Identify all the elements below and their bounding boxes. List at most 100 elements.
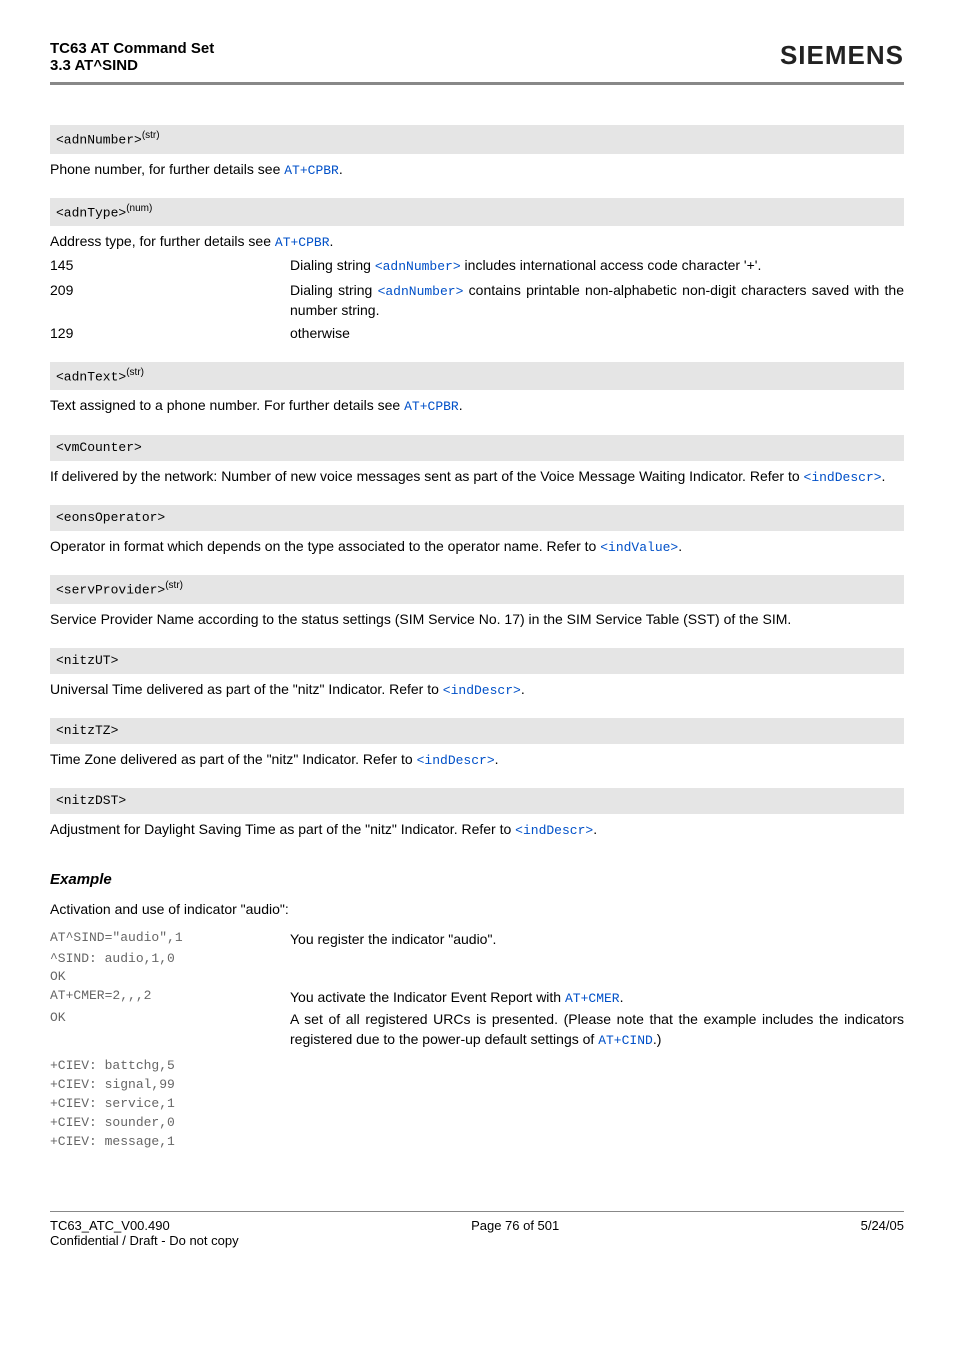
text: If delivered by the network: Number of n…	[50, 468, 804, 484]
example-row: +CIEV: sounder,0	[50, 1114, 904, 1133]
text: .	[678, 538, 682, 554]
text: includes international access code chara…	[461, 257, 762, 273]
param-desc: Time Zone delivered as part of the "nitz…	[50, 750, 904, 770]
value-desc: otherwise	[290, 324, 904, 344]
link-inddescr[interactable]: <indDescr>	[804, 470, 882, 485]
example-row: OK A set of all registered URCs is prese…	[50, 1009, 904, 1051]
text: .)	[653, 1031, 662, 1047]
example-row: +CIEV: signal,99	[50, 1076, 904, 1095]
text: .	[620, 989, 624, 1005]
footer-divider	[50, 1211, 904, 1212]
param-header-adnnumber: <adnNumber>(str)	[50, 125, 904, 154]
example-command: OK	[50, 1009, 290, 1028]
param-name: <adnNumber>	[56, 132, 142, 147]
param-header-eonsoperator: <eonsOperator>	[50, 505, 904, 531]
footer-confidential: Confidential / Draft - Do not copy	[50, 1233, 904, 1248]
content-body: <adnNumber>(str) Phone number, for furth…	[50, 125, 904, 1151]
text: Adjustment for Daylight Saving Time as p…	[50, 821, 515, 837]
param-desc: Phone number, for further details see AT…	[50, 160, 904, 180]
param-name: <adnType>	[56, 205, 126, 220]
param-header-servprovider: <servProvider>(str)	[50, 575, 904, 604]
text: .	[330, 233, 334, 249]
link-inddescr[interactable]: <indDescr>	[417, 753, 495, 768]
value-row: 129 otherwise	[50, 324, 904, 344]
text: You activate the Indicator Event Report …	[290, 989, 565, 1005]
example-note: You register the indicator "audio".	[290, 929, 904, 949]
example-intro: Activation and use of indicator "audio":	[50, 900, 904, 920]
example-row: +CIEV: battchg,5	[50, 1057, 904, 1076]
param-type: (str)	[126, 367, 144, 378]
param-desc: Operator in format which depends on the …	[50, 537, 904, 557]
page-header: TC63 AT Command Set 3.3 AT^SIND SIEMENS	[50, 40, 904, 74]
param-header-adntype: <adnType>(num)	[50, 198, 904, 227]
param-name: <nitzTZ>	[56, 723, 118, 738]
example-note: A set of all registered URCs is presente…	[290, 1009, 904, 1051]
param-header-nitzdst: <nitzDST>	[50, 788, 904, 814]
example-note: You activate the Indicator Event Report …	[290, 987, 904, 1009]
param-desc: Address type, for further details see AT…	[50, 232, 904, 252]
example-command: +CIEV: sounder,0	[50, 1114, 290, 1133]
text: .	[339, 161, 343, 177]
text: Universal Time delivered as part of the …	[50, 681, 443, 697]
text: Dialing string	[290, 257, 375, 273]
param-type: (num)	[126, 203, 152, 214]
value-key: 129	[50, 324, 290, 344]
example-row: +CIEV: service,1	[50, 1095, 904, 1114]
text: Dialing string	[290, 282, 378, 298]
footer-right: 5/24/05	[861, 1218, 904, 1233]
value-row: 209 Dialing string <adnNumber> contains …	[50, 281, 904, 321]
value-desc: Dialing string <adnNumber> includes inte…	[290, 256, 904, 276]
example-command: +CIEV: battchg,5	[50, 1057, 290, 1076]
doc-title: TC63 AT Command Set	[50, 40, 214, 57]
param-desc: If delivered by the network: Number of n…	[50, 467, 904, 487]
example-row: AT+CMER=2,,,2 You activate the Indicator…	[50, 987, 904, 1009]
link-indvalue[interactable]: <indValue>	[600, 540, 678, 555]
example-command: +CIEV: service,1	[50, 1095, 290, 1114]
value-row: 145 Dialing string <adnNumber> includes …	[50, 256, 904, 276]
example-row: AT^SIND="audio",1 You register the indic…	[50, 929, 904, 949]
param-header-nitztz: <nitzTZ>	[50, 718, 904, 744]
text: Operator in format which depends on the …	[50, 538, 600, 554]
header-left: TC63 AT Command Set 3.3 AT^SIND	[50, 40, 214, 74]
param-desc: Service Provider Name according to the s…	[50, 610, 904, 630]
example-command: OK	[50, 968, 290, 987]
link-inddescr[interactable]: <indDescr>	[515, 823, 593, 838]
value-key: 209	[50, 281, 290, 321]
link-atcind[interactable]: AT+CIND	[598, 1033, 653, 1048]
link-atcpbr[interactable]: AT+CPBR	[404, 399, 459, 414]
example-heading: Example	[50, 869, 904, 890]
text: .	[459, 397, 463, 413]
link-atcpbr[interactable]: AT+CPBR	[284, 163, 339, 178]
footer-left: TC63_ATC_V00.490	[50, 1218, 170, 1233]
param-name: <adnText>	[56, 369, 126, 384]
param-name: <eonsOperator>	[56, 510, 165, 525]
link-adnnumber[interactable]: <adnNumber>	[375, 259, 461, 274]
footer-center: Page 76 of 501	[471, 1218, 559, 1233]
link-inddescr[interactable]: <indDescr>	[443, 683, 521, 698]
param-name: <servProvider>	[56, 583, 165, 598]
link-atcmer[interactable]: AT+CMER	[565, 991, 620, 1006]
example-row: ^SIND: audio,1,0	[50, 950, 904, 969]
param-name: <nitzDST>	[56, 793, 126, 808]
text: .	[495, 751, 499, 767]
doc-section: 3.3 AT^SIND	[50, 57, 214, 74]
text: Text assigned to a phone number. For fur…	[50, 397, 404, 413]
text: A set of all registered URCs is presente…	[290, 1011, 904, 1047]
brand-logo: SIEMENS	[780, 40, 904, 71]
link-atcpbr[interactable]: AT+CPBR	[275, 235, 330, 250]
value-desc: Dialing string <adnNumber> contains prin…	[290, 281, 904, 321]
param-header-nitzut: <nitzUT>	[50, 648, 904, 674]
param-desc: Text assigned to a phone number. For fur…	[50, 396, 904, 416]
param-name: <nitzUT>	[56, 653, 118, 668]
page-footer: TC63_ATC_V00.490 Page 76 of 501 5/24/05 …	[50, 1211, 904, 1248]
example-row: +CIEV: message,1	[50, 1133, 904, 1152]
example-command: +CIEV: message,1	[50, 1133, 290, 1152]
example-command: AT^SIND="audio",1	[50, 929, 290, 948]
example-command: +CIEV: signal,99	[50, 1076, 290, 1095]
param-header-adntext: <adnText>(str)	[50, 362, 904, 391]
header-divider	[50, 82, 904, 85]
param-header-vmcounter: <vmCounter>	[50, 435, 904, 461]
example-command: AT+CMER=2,,,2	[50, 987, 290, 1006]
param-desc: Adjustment for Daylight Saving Time as p…	[50, 820, 904, 840]
link-adnnumber[interactable]: <adnNumber>	[378, 284, 464, 299]
